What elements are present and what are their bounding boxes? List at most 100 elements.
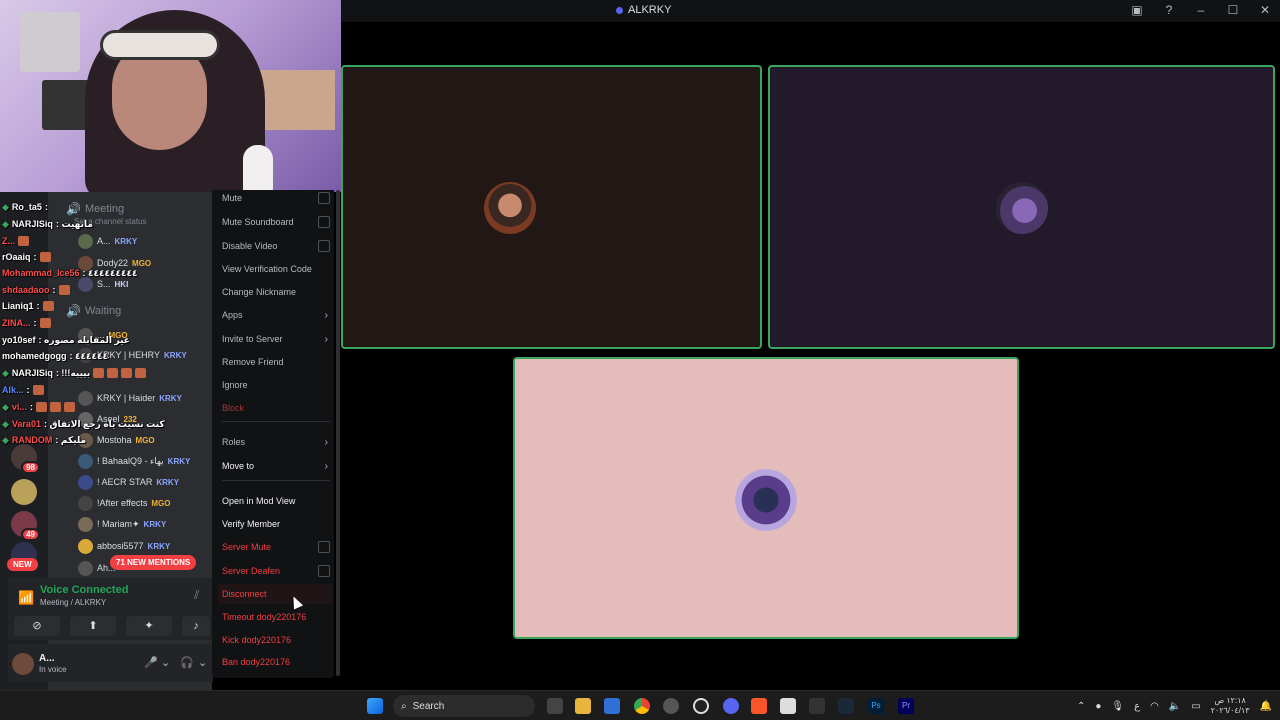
maximize-icon[interactable]: ☐: [1226, 3, 1240, 17]
taskbar-search[interactable]: ⌕ Search: [393, 695, 535, 717]
brave-icon[interactable]: [751, 698, 767, 714]
chat-user: vi...: [11, 402, 27, 412]
new-badge[interactable]: NEW: [7, 558, 38, 571]
task-view-icon[interactable]: [547, 698, 563, 714]
noise-suppression-icon[interactable]: ⫽: [194, 588, 199, 603]
avatar: [78, 560, 93, 576]
menu-label: Verify Member: [222, 519, 281, 529]
screen-share-button[interactable]: ⬆: [70, 616, 116, 636]
video-tile-1[interactable]: [341, 65, 762, 349]
menu-separator: [222, 480, 330, 481]
volume-icon[interactable]: 🔈: [1169, 701, 1181, 712]
member-tag: KRKY: [156, 477, 180, 487]
battery-icon[interactable]: ▭: [1191, 701, 1200, 712]
menu-item-mute[interactable]: Mute: [218, 188, 332, 208]
menu-item-ignore[interactable]: Ignore: [218, 375, 332, 395]
chat-message: Z...: [2, 233, 29, 249]
chevron-up-icon[interactable]: ⌃: [1077, 701, 1085, 712]
chevron-down-icon[interactable]: ⌄: [161, 656, 170, 669]
member-tag: MGO: [151, 498, 171, 508]
capcut-icon[interactable]: [809, 698, 825, 714]
menu-item-block[interactable]: Block: [218, 398, 332, 418]
menu-item-roles[interactable]: Roles ›: [218, 432, 332, 452]
checkbox[interactable]: [318, 240, 330, 252]
close-icon[interactable]: ✕: [1258, 3, 1272, 17]
server-icon[interactable]: [11, 479, 37, 505]
emote-icon: [135, 368, 147, 378]
wifi-icon[interactable]: ◠: [1150, 701, 1159, 712]
store-icon[interactable]: [604, 698, 620, 714]
headphones-icon[interactable]: 🎧: [180, 656, 194, 669]
menu-item-server-mute[interactable]: Server Mute: [218, 537, 332, 557]
voice-member[interactable]: ! AECR STAR KRKY: [78, 472, 179, 492]
voice-member[interactable]: abbosi5577 KRKY: [78, 536, 170, 556]
checkbox[interactable]: [318, 565, 330, 577]
voice-status[interactable]: Voice Connected: [40, 584, 128, 596]
file-explorer-icon[interactable]: [575, 698, 591, 714]
chat-message: shdaadaoo:: [2, 282, 70, 298]
menu-item-verify-member[interactable]: Verify Member: [218, 514, 332, 534]
voice-member[interactable]: ! Mariam✦ KRKY: [78, 514, 166, 534]
avatar: [78, 516, 93, 532]
menu-label: View Verification Code: [222, 264, 312, 274]
activities-button[interactable]: ✦: [126, 616, 172, 636]
settings-icon[interactable]: [663, 698, 679, 714]
chat-user: rOaaiq: [2, 252, 31, 262]
member-name: ! BahaalQ9 - بهاء: [97, 455, 164, 466]
checkbox[interactable]: [318, 216, 330, 228]
discord-icon[interactable]: [723, 698, 739, 714]
chat-user: Lianiq1: [2, 301, 34, 311]
menu-item-mod-view[interactable]: Open in Mod View: [218, 491, 332, 511]
menu-label: Disconnect: [222, 589, 267, 599]
menu-item-apps[interactable]: Apps ›: [218, 305, 332, 325]
checkbox[interactable]: [318, 192, 330, 204]
menu-item-disconnect[interactable]: Disconnect: [218, 584, 332, 604]
menu-item-disable-video[interactable]: Disable Video: [218, 236, 332, 256]
camera-button[interactable]: ⊘: [14, 616, 60, 636]
emote-icon: [58, 285, 70, 295]
checkbox[interactable]: [318, 541, 330, 553]
menu-item-view-verification[interactable]: View Verification Code: [218, 259, 332, 279]
menu-item-timeout[interactable]: Timeout dody220176: [218, 607, 332, 627]
menu-item-move-to[interactable]: Move to ›: [218, 456, 332, 476]
notepad-icon[interactable]: [780, 698, 796, 714]
new-mentions-pill[interactable]: 71 NEW MENTIONS: [110, 555, 197, 570]
steam-app-icon[interactable]: [838, 698, 854, 714]
video-tile-2[interactable]: [768, 65, 1275, 349]
signal-icon[interactable]: 📶: [18, 590, 34, 606]
language-indicator[interactable]: ع: [1134, 701, 1140, 712]
menu-item-server-deafen[interactable]: Server Deafen: [218, 561, 332, 581]
tray-app-icon[interactable]: ●: [1095, 701, 1101, 712]
chevron-down-icon[interactable]: ⌄: [198, 656, 207, 669]
chevron-right-icon: ›: [324, 460, 328, 472]
username[interactable]: A...: [39, 653, 55, 664]
menu-item-remove-friend[interactable]: Remove Friend: [218, 352, 332, 372]
menu-item-ban[interactable]: Ban dody220176: [218, 652, 332, 672]
menu-item-kick[interactable]: Kick dody220176: [218, 630, 332, 650]
notification-icon[interactable]: 🔔: [1260, 701, 1272, 712]
minimize-icon[interactable]: –: [1194, 3, 1208, 17]
video-tile-3[interactable]: [513, 357, 1019, 639]
windows-start-icon[interactable]: [367, 698, 383, 714]
voice-channel-path[interactable]: Meeting / ALKRKY: [40, 598, 106, 607]
menu-label: Open in Mod View: [222, 496, 296, 506]
chrome-icon[interactable]: [634, 698, 650, 714]
clock[interactable]: ١٢:١٨ ص ٢٠٢٦/٠٤/١٣: [1211, 696, 1250, 716]
photoshop-icon[interactable]: Ps: [868, 698, 884, 714]
soundboard-button[interactable]: ♪: [182, 616, 210, 636]
award-plaque: [20, 12, 80, 72]
menu-item-mute-soundboard[interactable]: Mute Soundboard: [218, 212, 332, 232]
microphone-icon[interactable]: 🎙: [1111, 701, 1124, 712]
menu-item-invite[interactable]: Invite to Server ›: [218, 329, 332, 349]
menu-scrollbar[interactable]: [336, 190, 340, 676]
steam-icon[interactable]: [693, 698, 709, 714]
voice-member[interactable]: !After effects MGO: [78, 493, 170, 513]
premiere-icon[interactable]: Pr: [898, 698, 914, 714]
avatar[interactable]: [12, 653, 34, 675]
server-icon[interactable]: 49: [11, 511, 40, 541]
microphone-icon[interactable]: 🎤: [144, 656, 158, 669]
menu-item-change-nickname[interactable]: Change Nickname: [218, 282, 332, 302]
help-icon[interactable]: ?: [1162, 3, 1176, 17]
inbox-icon[interactable]: ▣: [1130, 3, 1144, 17]
chat-user: Alk...: [2, 385, 24, 395]
